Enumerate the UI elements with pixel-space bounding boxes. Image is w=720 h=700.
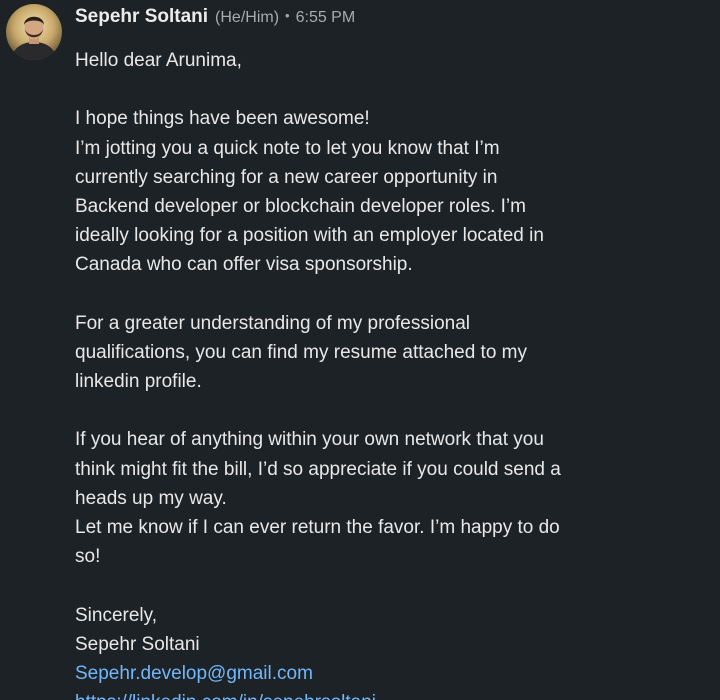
chat-message: Sepehr Soltani (He/Him) • 6:55 PM Hello … xyxy=(0,0,720,700)
message-line: currently searching for a new career opp… xyxy=(75,166,498,188)
message-line: For a greater understanding of my profes… xyxy=(75,312,470,334)
message-timestamp: 6:55 PM xyxy=(295,9,356,26)
message-line: Backend developer or blockchain develope… xyxy=(75,195,526,217)
message-line: If you hear of anything within your own … xyxy=(75,429,544,451)
message-line: Sincerely, xyxy=(75,604,158,626)
message-line: ideally looking for a position with an e… xyxy=(75,225,544,247)
message-line: so! xyxy=(75,546,101,568)
profile-photo-icon xyxy=(6,4,62,60)
message-line: heads up my way. xyxy=(75,487,227,509)
message-line: Sepehr Soltani xyxy=(75,633,200,655)
message-line: I hope things have been awesome! xyxy=(75,108,370,130)
message-header: Sepehr Soltani (He/Him) • 6:55 PM xyxy=(75,6,355,32)
email-link[interactable]: Sepehr.develop@gmail.com xyxy=(75,659,675,688)
sender-name[interactable]: Sepehr Soltani xyxy=(75,6,208,28)
message-line: linkedin profile. xyxy=(75,371,202,393)
sender-pronouns: (He/Him) xyxy=(215,9,280,26)
linkedin-profile-link[interactable]: https://linkedin.com/in/sepehrsoltani xyxy=(75,688,675,700)
message-line: I’m jotting you a quick note to let you … xyxy=(75,137,500,159)
message-body: Hello dear Arunima, I hope things have b… xyxy=(75,46,675,700)
message-line: qualifications, you can find my resume a… xyxy=(75,341,528,363)
message-line: Let me know if I can ever return the fav… xyxy=(75,517,560,538)
message-line: Hello dear Arunima, xyxy=(75,50,242,71)
avatar[interactable] xyxy=(6,4,62,60)
message-line: think might fit the bill, I’d so appreci… xyxy=(75,458,561,480)
separator-dot: • xyxy=(285,8,290,23)
message-line: Canada who can offer visa sponsorship. xyxy=(75,254,413,276)
